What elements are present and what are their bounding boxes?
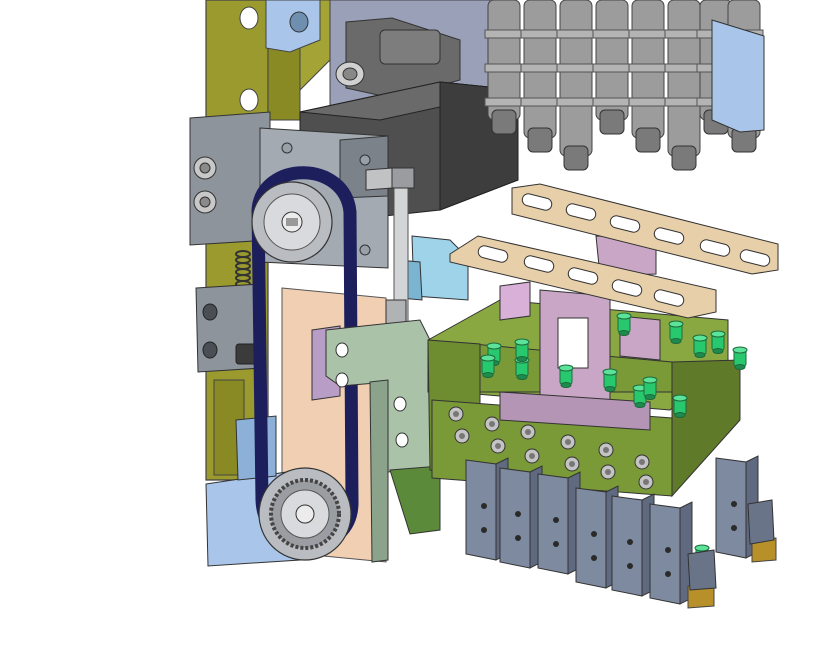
driven-pulley-icon [258,467,352,561]
screw-head-icon [484,416,500,432]
suction-nozzle-icon [480,354,496,378]
screw-head-icon [524,448,540,464]
pneumatic-cylinder [520,0,560,153]
screw-head-icon [454,428,470,444]
pneumatic-cylinder-bank [484,0,765,171]
drive-pulley-icon [251,181,333,263]
screw-head-icon [560,434,576,450]
screw-head-icon [600,464,616,480]
screw-head-icon [598,442,614,458]
screw-head-icon [634,454,650,470]
screw-head-icon [638,474,654,490]
suction-nozzle-icon [602,368,618,392]
screw-head-icon [564,456,580,472]
cad-assembly-render [189,0,779,609]
vacuum-pad [649,501,693,605]
cylinder-manifold [711,19,765,133]
vacuum-pad [611,493,655,597]
suction-nozzle-icon [616,312,632,336]
screw-head-icon [490,438,506,454]
screw-head-icon [359,244,371,256]
suction-nozzle-icon [732,346,748,370]
pneumatic-cylinder [556,0,596,171]
suction-nozzle-icon [514,338,530,362]
pneumatic-cylinder [628,0,668,153]
suction-nozzle-icon [668,320,684,344]
suction-nozzle-icon [642,376,658,400]
screw-head-icon [448,406,464,422]
suction-nozzle-icon [692,334,708,358]
screw-head-icon [359,154,371,166]
lower-grey-bracket [195,283,263,373]
vacuum-pad [537,471,581,575]
suction-nozzle-icon [672,394,688,418]
vacuum-pad [499,465,543,569]
cad-viewport[interactable] [0,0,819,658]
pneumatic-cylinder [484,0,524,135]
pneumatic-cylinder [592,0,632,135]
screw-head-icon [281,142,293,154]
suction-nozzle-icon [558,364,574,388]
pneumatic-cylinder [664,0,704,171]
screw-head-icon [520,424,536,440]
suction-nozzle-icon [710,330,726,354]
